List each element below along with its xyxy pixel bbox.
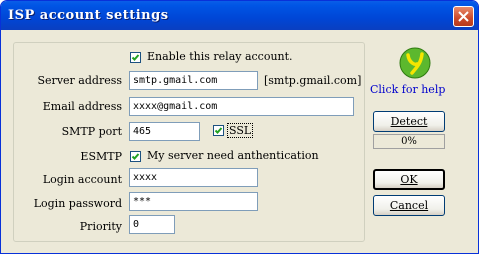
window-title: ISP account settings xyxy=(8,8,169,23)
checkmark-icon xyxy=(131,54,140,61)
esmtp-auth-label: My server need anthentication xyxy=(147,149,319,162)
login-account-label: Login account xyxy=(42,173,122,186)
title-bar[interactable]: ISP account settings xyxy=(1,1,478,30)
enable-relay-checkbox[interactable] xyxy=(130,52,141,63)
help-link[interactable]: Click for help xyxy=(370,83,445,96)
checkmark-icon xyxy=(214,127,223,134)
cancel-button[interactable]: Cancel xyxy=(373,195,445,216)
enable-relay-label: Enable this relay account. xyxy=(147,50,293,63)
ssl-checkbox[interactable] xyxy=(213,125,224,136)
smtp-port-input[interactable]: 465 xyxy=(129,122,200,141)
email-address-label: Email address xyxy=(42,100,122,113)
ok-button[interactable]: OK xyxy=(373,169,445,190)
priority-input[interactable]: 0 xyxy=(129,215,175,234)
detect-progress: 0% xyxy=(373,134,445,149)
server-address-input[interactable]: smtp.gmail.com xyxy=(129,71,258,90)
login-account-input[interactable]: xxxx xyxy=(129,168,258,187)
esmtp-auth-checkbox[interactable] xyxy=(130,151,141,162)
app-logo-icon[interactable] xyxy=(399,47,431,79)
dialog-window: ISP account settings Enable this relay a… xyxy=(0,0,479,254)
email-address-input[interactable]: xxxx@gmail.com xyxy=(129,97,354,116)
smtp-port-label: SMTP port xyxy=(61,125,122,138)
detect-button[interactable]: Detect xyxy=(373,111,445,132)
priority-label: Priority xyxy=(79,220,122,233)
checkmark-icon xyxy=(131,153,140,160)
close-icon xyxy=(458,11,469,22)
dialog-body: Enable this relay account. Server addres… xyxy=(4,30,475,252)
server-address-label: Server address xyxy=(37,74,122,87)
login-password-label: Login password xyxy=(33,197,122,210)
esmtp-label: ESMTP xyxy=(80,150,122,163)
ssl-label: SSL xyxy=(227,123,254,138)
login-password-input[interactable]: *** xyxy=(129,192,258,211)
close-button[interactable] xyxy=(453,6,474,27)
server-address-hint: [smtp.gmail.com] xyxy=(264,74,362,87)
